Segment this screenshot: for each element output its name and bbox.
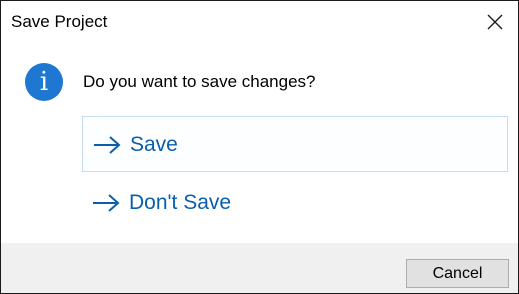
save-project-dialog: Save Project i Do you want to save chang… — [0, 0, 519, 294]
dialog-footer: Cancel — [1, 243, 518, 293]
info-icon: i — [25, 63, 63, 101]
arrow-right-icon — [94, 136, 121, 154]
cancel-button[interactable]: Cancel — [406, 259, 509, 288]
dont-save-command-link[interactable]: Don't Save — [82, 175, 508, 231]
dialog-message: Do you want to save changes? — [83, 72, 316, 91]
save-command-label: Save — [130, 133, 178, 156]
arrow-right-icon — [93, 194, 120, 212]
dont-save-command-label: Don't Save — [129, 191, 232, 214]
title-bar: Save Project — [1, 1, 518, 45]
close-icon — [487, 14, 503, 30]
close-button[interactable] — [472, 1, 518, 45]
window-title: Save Project — [11, 12, 108, 31]
save-command-link[interactable]: Save — [82, 116, 508, 172]
